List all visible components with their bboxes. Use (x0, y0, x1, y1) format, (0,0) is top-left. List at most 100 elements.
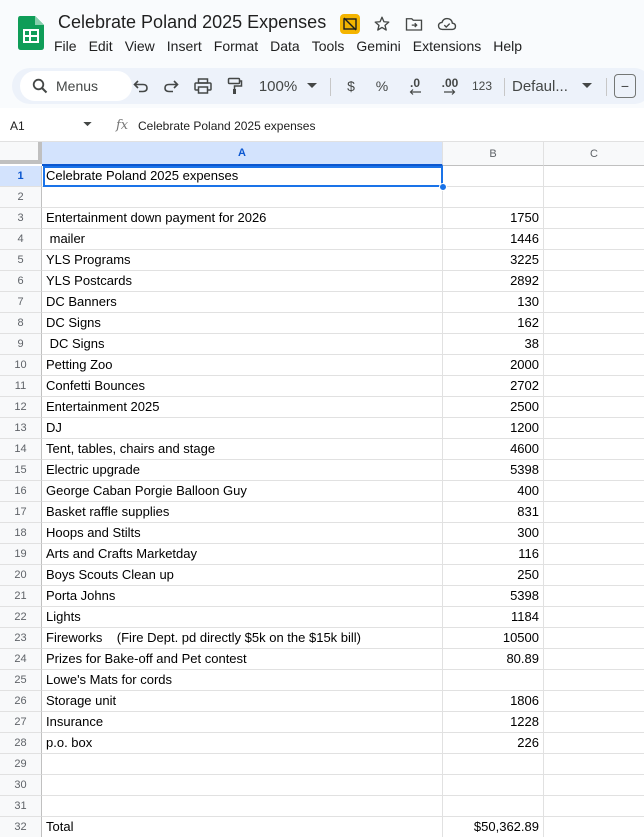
cell-b[interactable]: $50,362.89 (443, 817, 544, 837)
print-icon[interactable] (192, 74, 214, 98)
row-header[interactable]: 27 (0, 712, 42, 733)
cell-b[interactable]: 38 (443, 334, 544, 354)
cell-b[interactable]: 226 (443, 733, 544, 753)
cell-a[interactable]: Prizes for Bake-off and Pet contest (42, 649, 443, 669)
row-header[interactable]: 9 (0, 334, 42, 355)
cell-a[interactable]: mailer (42, 229, 443, 249)
cell-b[interactable]: 2000 (443, 355, 544, 375)
cell-b[interactable] (443, 796, 544, 816)
cell-b[interactable]: 400 (443, 481, 544, 501)
cell-b[interactable]: 300 (443, 523, 544, 543)
menu-file[interactable]: File (49, 37, 82, 57)
row-header[interactable]: 15 (0, 460, 42, 481)
cell-c[interactable] (544, 376, 644, 396)
cell-a[interactable]: Lights (42, 607, 443, 627)
fill-handle[interactable] (439, 183, 447, 191)
menu-view[interactable]: View (120, 37, 160, 57)
move-folder-icon[interactable] (403, 13, 425, 35)
zoom-select[interactable]: 100% (257, 74, 299, 98)
cell-a[interactable] (42, 796, 443, 816)
cell-c[interactable] (544, 271, 644, 291)
cell-a[interactable] (42, 754, 443, 774)
cell-c[interactable] (544, 817, 644, 837)
undo-icon[interactable] (130, 74, 152, 98)
menu-gemini[interactable]: Gemini (351, 37, 405, 57)
row-header[interactable]: 21 (0, 586, 42, 607)
cell-c[interactable] (544, 649, 644, 669)
cell-a[interactable]: Confetti Bounces (42, 376, 443, 396)
zoom-dropdown-icon[interactable] (305, 74, 319, 98)
cell-b[interactable]: 116 (443, 544, 544, 564)
cell-a[interactable]: DC Signs (42, 313, 443, 333)
column-header-b[interactable]: B (443, 142, 544, 166)
cell-a[interactable]: DJ (42, 418, 443, 438)
cell-b[interactable]: 2702 (443, 376, 544, 396)
cell-c[interactable] (544, 418, 644, 438)
cell-c[interactable] (544, 586, 644, 606)
cell-a[interactable]: Boys Scouts Clean up (42, 565, 443, 585)
cell-c[interactable] (544, 775, 644, 795)
spreadsheet-grid[interactable]: A B C 1 Celebrate Poland 2025 expenses 2 3 E… (0, 142, 644, 837)
cell-b[interactable]: 1200 (443, 418, 544, 438)
name-box[interactable]: A1 (10, 119, 25, 133)
cell-c[interactable] (544, 565, 644, 585)
cell-c[interactable] (544, 313, 644, 333)
cell-b[interactable]: 80.89 (443, 649, 544, 669)
cell-b[interactable]: 250 (443, 565, 544, 585)
row-header[interactable]: 1 (0, 166, 42, 187)
cell-b[interactable] (443, 670, 544, 690)
cell-b[interactable] (443, 187, 544, 207)
row-header[interactable]: 17 (0, 502, 42, 523)
cell-c[interactable] (544, 481, 644, 501)
select-all-corner[interactable] (0, 142, 42, 164)
cell-a[interactable]: DC Banners (42, 292, 443, 312)
cell-a[interactable]: Basket raffle supplies (42, 502, 443, 522)
cell-a[interactable]: Celebrate Poland 2025 expenses (42, 166, 443, 186)
cell-a[interactable]: Insurance (42, 712, 443, 732)
cell-a[interactable]: Hoops and Stilts (42, 523, 443, 543)
menu-help[interactable]: Help (488, 37, 527, 57)
cell-b[interactable]: 130 (443, 292, 544, 312)
decrease-decimal-button[interactable]: .0 (403, 74, 427, 98)
cell-a[interactable]: George Caban Porgie Balloon Guy (42, 481, 443, 501)
cell-b[interactable]: 2500 (443, 397, 544, 417)
cell-c[interactable] (544, 208, 644, 228)
row-header[interactable]: 23 (0, 628, 42, 649)
cell-c[interactable] (544, 355, 644, 375)
cell-a[interactable] (42, 187, 443, 207)
cell-b[interactable]: 4600 (443, 439, 544, 459)
row-header[interactable]: 13 (0, 418, 42, 439)
cell-b[interactable]: 5398 (443, 460, 544, 480)
cell-b[interactable]: 10500 (443, 628, 544, 648)
row-header[interactable]: 20 (0, 565, 42, 586)
cell-c[interactable] (544, 628, 644, 648)
row-header[interactable]: 11 (0, 376, 42, 397)
increase-decimal-button[interactable]: .00 (436, 74, 464, 98)
cell-c[interactable] (544, 796, 644, 816)
formula-input[interactable]: Celebrate Poland 2025 expenses (138, 119, 315, 133)
format-currency-button[interactable]: $ (342, 74, 360, 98)
star-icon[interactable] (371, 13, 393, 35)
cell-a[interactable]: YLS Postcards (42, 271, 443, 291)
row-header[interactable]: 31 (0, 796, 42, 817)
cell-b[interactable]: 1228 (443, 712, 544, 732)
row-header[interactable]: 29 (0, 754, 42, 775)
menu-tools[interactable]: Tools (307, 37, 350, 57)
cell-c[interactable] (544, 712, 644, 732)
cell-a[interactable]: p.o. box (42, 733, 443, 753)
cell-c[interactable] (544, 460, 644, 480)
row-header[interactable]: 32 (0, 817, 42, 837)
menu-data[interactable]: Data (265, 37, 305, 57)
cell-c[interactable] (544, 607, 644, 627)
cell-c[interactable] (544, 754, 644, 774)
cell-b[interactable]: 1750 (443, 208, 544, 228)
paint-format-icon[interactable] (224, 74, 246, 98)
cell-a[interactable]: Entertainment down payment for 2026 (42, 208, 443, 228)
cell-a[interactable]: Electric upgrade (42, 460, 443, 480)
row-header[interactable]: 6 (0, 271, 42, 292)
cell-b[interactable]: 1184 (443, 607, 544, 627)
cell-c[interactable] (544, 187, 644, 207)
row-header[interactable]: 22 (0, 607, 42, 628)
decrease-font-size-button[interactable]: − (614, 74, 636, 98)
row-header[interactable]: 10 (0, 355, 42, 376)
